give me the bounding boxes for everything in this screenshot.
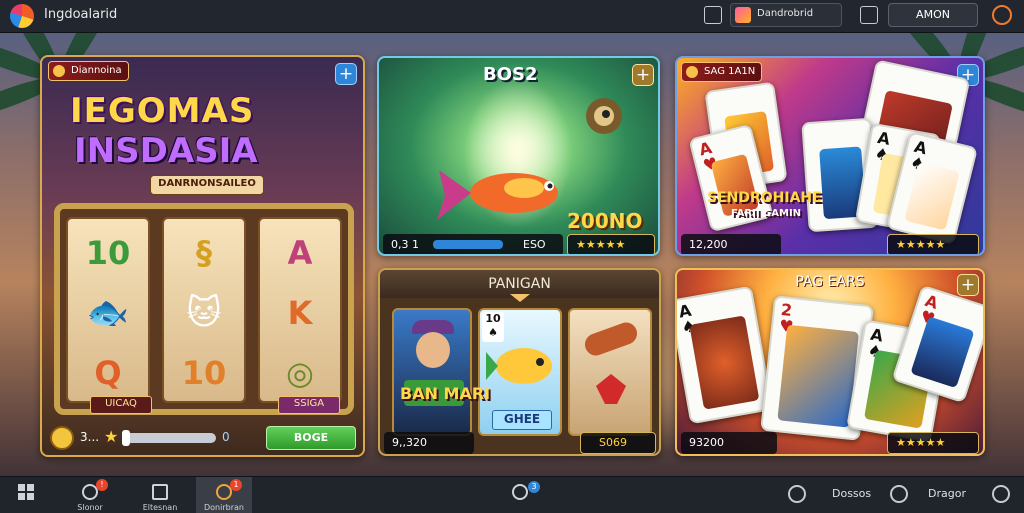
poker-balance: 12,200 [689,238,728,251]
taskbar-right-dossos[interactable]: Dossos [832,487,871,500]
fishing-progress [433,240,503,249]
windows-icon [18,484,34,500]
reel-symbol: K [287,294,313,332]
fishing-balance-bar: 0,3 1 ESO [383,234,563,254]
fish-symbol-icon: 🐟 [86,293,130,333]
panigan-balance: 9,,320 [392,436,427,449]
search-text: Dandrobrid [757,8,814,19]
profile-ring-icon[interactable] [992,5,1012,25]
taskbar-item-donirbran[interactable]: 1 Donirbran [196,477,252,513]
panigan-balance-bar: 9,,320 [384,432,474,454]
panigan-amount-bar: S069 [580,432,656,454]
reel-symbol: A [287,234,313,272]
window-icon [152,484,168,500]
reel-symbol: 10 [181,354,227,392]
reel-label-2: SSIGA [278,396,340,414]
panigan-panel3-title: GHEE [492,410,552,430]
notification-badge: 3 [528,481,540,493]
account-button[interactable]: AMON [888,3,978,27]
badge-coin-icon [53,65,65,77]
slider-handle[interactable] [122,430,130,446]
app-logo-icon[interactable] [10,4,34,28]
panigan-game-card[interactable]: PANIGAN 10 ♠ BAN MARI GHEE 9,,320 S069 [378,268,661,456]
slot-reels: 10 🐟 Q § 🐱 10 A K ◎ [54,203,354,415]
reel-label-1: UICAQ [90,396,152,414]
character-face-icon [416,332,450,368]
scroll-icon [581,319,641,359]
pag-ears-balance-bar: 93200 [681,432,777,454]
bet-slider[interactable] [122,430,216,446]
circle-icon[interactable] [890,485,908,503]
start-button[interactable] [0,477,52,513]
taskbar-label: Slonor [77,503,103,512]
item-panel [568,308,652,436]
red-gem-icon [596,374,626,404]
badge-coin-icon [686,66,698,78]
panigan-panel2-title: BAN MARI [400,384,491,403]
panigan-amount: S069 [599,436,627,449]
star-icon: ★ [104,427,119,446]
frame-icon[interactable] [704,6,722,24]
taskbar-label: Eltesnan [142,503,178,512]
taskbar: ! Slonor Eltesnan 1 Donirbran 3 Dossos D… [0,476,1024,513]
play-button[interactable]: BOGE [266,426,356,450]
pag-ears-add-button[interactable]: + [957,274,979,296]
reel-symbol: § [196,234,212,272]
slot-controls: 3... ★ 0 BOGE [48,425,358,451]
fishing-amount: ESO [523,238,546,251]
search-icon[interactable] [788,485,806,503]
character-panel [392,308,472,436]
pag-ears-header: PAG EARS [795,274,865,290]
coin-icon [50,426,74,450]
poker-banner-sub: FARII GAMIN [731,208,802,219]
fish-icon [486,348,552,384]
reel-3: A K ◎ [258,217,342,403]
pag-ears-game-card[interactable]: PAG EARS + A ♠ 2 ♥ A ♠ A ♥ 93200 ★★★★★ [675,268,985,456]
search-icon [512,484,528,500]
slot-title-line2: INSDASIA [74,131,258,171]
game-app-icon [735,7,751,23]
fishing-balance: 0,3 1 [391,238,419,251]
slot-subtitle: DANRNONSAILEO [150,175,264,195]
square-icon[interactable] [860,6,878,24]
seahorse-creature-icon [586,98,622,134]
reel-2: § 🐱 10 [162,217,246,403]
fishing-game-card[interactable]: BOS2 + 200NO 0,3 1 ESO ★★★★★ [377,56,660,256]
taskbar-search[interactable]: 3 [500,477,540,513]
poker-banner: SENDROHIAHE [707,190,822,206]
slot-title-line1: IEGOMAS [70,91,255,131]
fishing-score-top: BOS2 [483,64,538,85]
mini-card-icon: 10 ♠ [482,312,504,342]
notification-badge: ! [96,479,108,491]
poker-balance-bar: 12,200 [681,234,781,254]
header-ornament-icon [510,294,530,302]
fishing-score-bottom: 200NO [567,209,643,233]
coin-value: 3... [80,430,100,444]
search-field[interactable]: Dandrobrid [730,3,842,27]
notification-badge: 1 [230,479,242,491]
cat-symbol-icon: 🐱 [186,293,222,333]
playing-card-ace-spades: A ♠ [677,285,774,425]
reel-symbol: 10 [85,234,131,272]
taskbar-right-dragor[interactable]: Dragor [928,487,966,500]
taskbar-item-eltesnan[interactable]: Eltesnan [132,477,188,513]
top-bar: Ingdoalarid Dandrobrid AMON [0,0,1024,33]
slot-badge: Diannoina [48,61,129,81]
poker-badge: SAG 1A1N [681,62,763,82]
reel-symbol: ◎ [286,354,314,392]
reel-1: 10 🐟 Q [66,217,150,403]
panigan-header: PANIGAN [380,270,659,298]
app-title: Ingdoalarid [44,7,118,22]
pag-ears-rating: ★★★★★ [887,432,979,454]
pag-ears-balance: 93200 [689,436,724,449]
taskbar-item-slonor[interactable]: ! Slonor [62,477,118,513]
slot-add-button[interactable]: + [335,63,357,85]
poker-rating: ★★★★★ [887,234,979,254]
gear-icon[interactable] [992,485,1010,503]
poker-game-card[interactable]: SAG 1A1N + A ♠ A ♠ A ♥ SENDROHIAHE FARII GA… [675,56,985,256]
fishing-rating: ★★★★★ [567,234,655,254]
slider-value: 0 [222,430,230,444]
reel-symbol: Q [94,354,122,392]
taskbar-label: Donirbran [204,503,244,512]
